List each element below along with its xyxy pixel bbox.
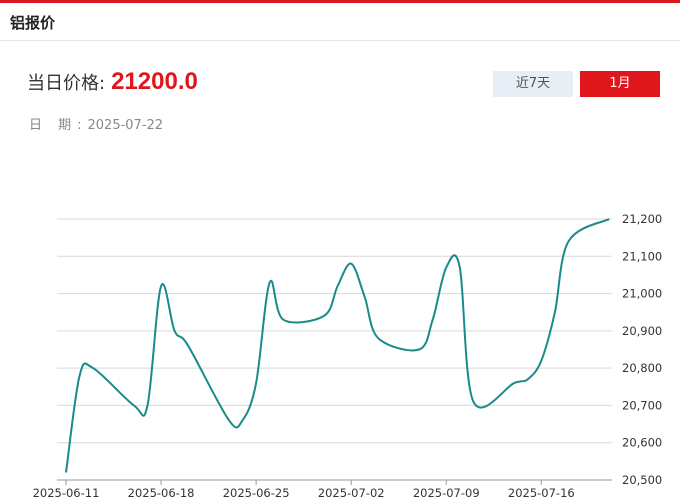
y-tick-label: 20,600 [622, 436, 662, 450]
x-tick-label: 2025-06-11 [33, 486, 100, 500]
x-tick-label: 2025-06-18 [128, 486, 195, 500]
y-tick-label: 20,700 [622, 398, 662, 412]
price-series-line [65, 218, 610, 473]
x-tick-label: 2025-07-09 [413, 486, 480, 500]
y-tick-label: 21,000 [622, 287, 662, 301]
y-tick-label: 20,500 [622, 473, 662, 487]
y-tick-label: 21,100 [622, 249, 662, 263]
price-line-chart: 20,500 20,600 20,700 20,800 20,900 21,000 21,1… [33, 212, 663, 500]
y-tick-label: 21,200 [622, 212, 662, 226]
x-tick-label: 2025-07-02 [318, 486, 385, 500]
y-tick-label: 20,800 [622, 361, 662, 375]
x-tick-label: 2025-06-25 [223, 486, 290, 500]
y-tick-label: 20,900 [622, 324, 662, 338]
x-tick-label: 2025-07-16 [508, 486, 575, 500]
